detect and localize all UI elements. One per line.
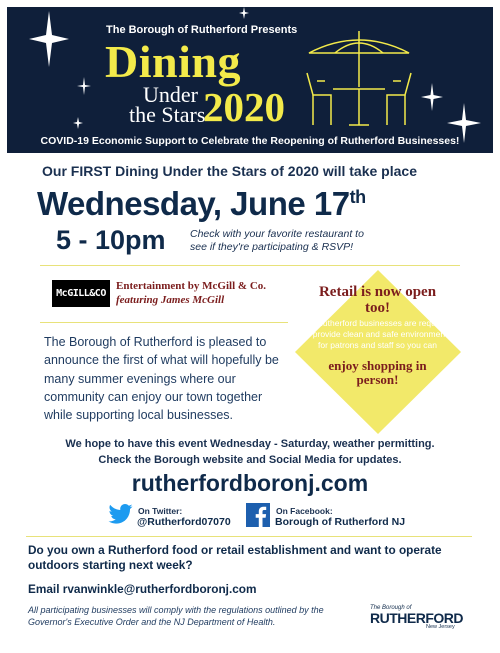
patio-umbrella-table-icon	[306, 31, 412, 126]
facebook-label: On Facebook:	[276, 506, 333, 516]
facebook-icon[interactable]	[246, 503, 270, 527]
event-intro: Our FIRST Dining Under the Stars of 2020…	[42, 163, 417, 179]
event-date-suffix: th	[349, 187, 367, 207]
divider	[26, 536, 472, 537]
title-dining: Dining	[105, 36, 241, 87]
presenter-line: The Borough of Rutherford Presents	[106, 24, 298, 36]
entertainment-line: Entertainment by McGill & Co.	[116, 280, 267, 292]
twitter-bird-icon[interactable]	[108, 504, 133, 524]
sparkle-star-icon	[239, 7, 249, 19]
facebook-handle[interactable]: Borough of Rutherford NJ	[275, 516, 405, 528]
retail-emphasis: enjoy shopping in person!	[328, 358, 427, 387]
mcgill-co-logo: McGILL&CO	[52, 280, 110, 307]
rutherford-logo: The Borough of RUTHERFORD New Jersey	[370, 605, 464, 630]
sparkle-star-icon	[73, 117, 83, 129]
weather-notice-line2: Check the Borough website and Social Med…	[98, 454, 402, 466]
rsvp-note: Check with your favorite restaurant to s…	[190, 228, 364, 254]
website-link[interactable]: rutherfordboronj.com	[0, 470, 500, 497]
event-time: 5 - 10pm	[56, 225, 166, 255]
header-banner: The Borough of Rutherford Presents Dinin…	[7, 7, 493, 153]
sparkle-star-icon	[421, 83, 443, 111]
retail-body: All Rutherford businesses are required t…	[303, 318, 452, 350]
weather-notice: We hope to have this event Wednesday - S…	[0, 436, 500, 468]
contact-email[interactable]: Email rvanwinkle@rutherfordboronj.com	[28, 582, 256, 596]
divider	[40, 265, 460, 266]
twitter-handle[interactable]: @Rutherford07070	[137, 516, 231, 528]
sparkle-star-icon	[77, 77, 91, 95]
compliance-note: All participating businesses will comply…	[28, 605, 324, 627]
rsvp-note-line2: see if they're participating & RSVP!	[190, 241, 354, 253]
title-year: 2020	[203, 84, 285, 130]
title-the-stars: the Stars	[129, 102, 206, 127]
logo-name: RUTHERFORD	[370, 610, 464, 626]
twitter-label: On Twitter:	[138, 506, 183, 516]
event-date: Wednesday, June 17th	[37, 185, 366, 223]
outdoor-question: Do you own a Rutherford food or retail e…	[28, 543, 442, 572]
retail-heading: Retail is now open too!	[318, 284, 437, 316]
divider	[40, 322, 288, 323]
sparkle-star-icon	[29, 11, 69, 67]
featuring-line: featuring James McGill	[116, 294, 225, 306]
event-date-text: Wednesday, June 17	[37, 185, 350, 222]
weather-notice-line1: We hope to have this event Wednesday - S…	[65, 438, 435, 450]
intro-paragraph: The Borough of Rutherford is pleased to …	[44, 335, 279, 423]
rsvp-note-line1: Check with your favorite restaurant to	[190, 228, 364, 240]
banner-subtitle: COVID-19 Economic Support to Celebrate t…	[40, 135, 460, 147]
